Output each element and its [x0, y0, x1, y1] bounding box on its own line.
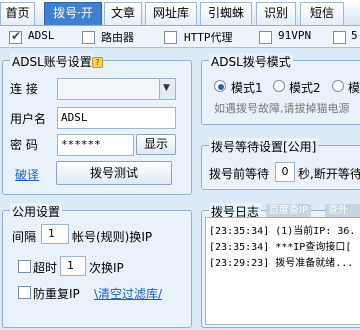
91vpn-label: 91VPN — [278, 29, 312, 42]
timeout-checkbox[interactable] — [18, 260, 31, 273]
adsl-account-title: ADSL账号设置 — [10, 53, 94, 70]
show-password-button[interactable]: 显示 — [136, 134, 176, 155]
tab-home[interactable]: 首页 — [0, 2, 35, 25]
username-label: 用户名 — [10, 112, 47, 126]
tab-recognize[interactable]: 识别 — [256, 2, 296, 25]
mode3-label: 模 — [348, 81, 360, 95]
public-settings-title: 公用设置 — [10, 203, 63, 220]
mode2-label: 模式2 — [289, 81, 321, 95]
help-icon[interactable]: ? — [92, 57, 103, 68]
wait-before-label: 拨号前等待 — [209, 167, 270, 181]
wait-settings-title: 拨号等待设置[公用] — [209, 138, 319, 155]
tab-url-library[interactable]: 网址库 — [145, 2, 197, 25]
mode1-label: 模式1 — [231, 81, 263, 95]
mode2-radio[interactable] — [273, 80, 285, 92]
password-label: 密 码 — [10, 138, 38, 152]
tab-article[interactable]: 文章 — [104, 2, 142, 25]
password-input[interactable]: ****** — [57, 134, 134, 156]
log-line: [23:35:34] ***IP查询接口[ — [209, 242, 352, 253]
http-proxy-label: HTTP代理 — [184, 31, 233, 44]
extra-checkbox[interactable] — [333, 31, 346, 44]
dial-mode-title: ADSL拨号模式 — [209, 53, 293, 70]
username-input[interactable]: ADSL — [57, 107, 176, 129]
timeout-label: 超时 — [33, 261, 58, 275]
tab-spider[interactable]: 引蜘蛛 — [200, 2, 252, 25]
tab-sms[interactable]: 短信 — [300, 2, 344, 25]
interval-label: 间隔 — [12, 230, 37, 244]
router-label: 路由器 — [101, 31, 134, 44]
timeout-input[interactable]: 1 — [60, 256, 86, 276]
mode3-radio[interactable] — [332, 80, 344, 92]
adsl-checkbox[interactable] — [9, 29, 22, 44]
connect-label: 连 接 — [10, 82, 38, 96]
wait-after-label: 秒,断开等待 — [298, 167, 360, 181]
log-line: [23:29:23] 拨号准备就绪... — [209, 258, 354, 269]
interval-suffix: 帐号(规则)换IP — [72, 230, 153, 244]
log-line: [23:35:34] (1)当前IP: 36. — [209, 226, 356, 237]
baidu-ip-button[interactable]: 百度查IP — [266, 204, 311, 218]
http-proxy-checkbox[interactable] — [164, 31, 177, 44]
wait-seconds-input[interactable]: 0 — [275, 162, 295, 182]
crack-link[interactable]: 破译 — [15, 166, 39, 183]
connection-select[interactable]: ▼ — [57, 78, 176, 100]
tab-dial[interactable]: 拨号·开 — [44, 2, 102, 25]
anti-repeat-ip-checkbox[interactable] — [18, 286, 31, 299]
chevron-down-icon[interactable]: ▼ — [159, 79, 175, 99]
dial-test-button[interactable]: 拨号测试 — [56, 161, 172, 185]
interval-input[interactable]: 1 — [41, 224, 69, 244]
91vpn-checkbox[interactable] — [259, 31, 272, 44]
timeout-suffix: 次换IP — [89, 261, 124, 275]
extra-label: 5 — [351, 29, 358, 42]
dial-mode-note: 如遇拨号故障,请拔掉猫电源 — [214, 102, 350, 115]
clear-filter-link[interactable]: \清空过滤库/ — [94, 285, 162, 302]
router-checkbox[interactable] — [82, 31, 95, 44]
mode1-radio[interactable] — [214, 80, 226, 92]
anti-repeat-ip-label: 防重复IP — [33, 287, 80, 301]
adsl-label: ADSL — [28, 29, 55, 42]
